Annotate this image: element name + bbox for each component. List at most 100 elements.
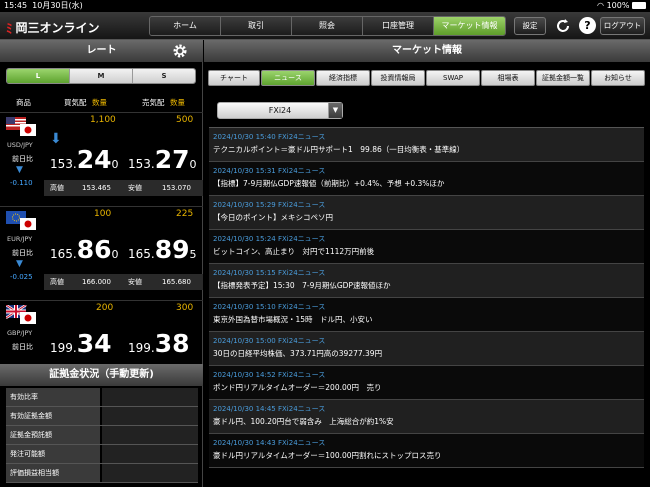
buy-quantity: 100	[94, 209, 112, 219]
subtab-investment-info[interactable]: 投資情報局	[371, 70, 425, 86]
help-icon[interactable]: ?	[579, 17, 596, 34]
sell-price-main: 199.	[128, 341, 155, 355]
sell-price[interactable]: 153. 27 0	[128, 147, 197, 173]
sell-price-fraction: 5	[189, 248, 197, 261]
header-sell: 売気配	[142, 98, 165, 107]
header-product: 商品	[16, 98, 31, 107]
buy-price[interactable]: 153. 24 0	[50, 147, 119, 173]
subtab-notices[interactable]: お知らせ	[591, 70, 645, 86]
news-item[interactable]: 2024/10/30 15:29 FXi24ニュース 【今日のポイント】メキシコ…	[209, 196, 644, 230]
market-info-header: マーケット情報	[204, 40, 650, 62]
margin-value	[102, 407, 198, 425]
settings-button[interactable]: 設定	[514, 17, 546, 35]
news-title: 【指標】7-9月期仏GDP速報値（前期比）+0.4%、予想 +0.3%ほか	[213, 179, 445, 188]
buy-quantity: 200	[96, 303, 114, 313]
header-sell-qty: 数量	[170, 98, 185, 107]
subtab-economic-indicators[interactable]: 経済指標	[316, 70, 370, 86]
display-size-toggle: L M S	[6, 68, 196, 84]
prev-day-label: 前日比	[12, 343, 33, 351]
sell-price-main: 165.	[128, 247, 155, 261]
margin-value	[102, 445, 198, 463]
buy-price-pips: 86	[76, 235, 112, 264]
buy-price[interactable]: 165. 86 0	[50, 237, 119, 263]
gear-icon[interactable]	[172, 43, 188, 59]
subtab-margin-list[interactable]: 証拠金額一覧	[536, 70, 590, 86]
tick-down-arrow-icon: ⬇	[50, 131, 62, 147]
sell-price-fraction: 0	[189, 158, 197, 171]
size-small-button[interactable]: S	[133, 69, 195, 83]
sell-price-pips: 27	[154, 145, 190, 174]
sell-price[interactable]: 199. 38	[128, 331, 190, 357]
app-logo: ﾐ 岡三オンライン	[6, 18, 100, 37]
tab-market-info[interactable]: マーケット情報	[434, 17, 505, 35]
high-low-row-usdjpy: 高値 153.465 安値 153.070	[44, 180, 203, 196]
subtab-swap[interactable]: SWAP	[426, 70, 480, 86]
rate-row-gbpjpy[interactable]: GBP/JPY 前日比 200 300 199. 34 199. 38	[0, 300, 203, 366]
news-meta: 2024/10/30 15:31 FXi24ニュース	[213, 167, 326, 175]
rate-panel-title: レート	[86, 45, 117, 56]
news-item[interactable]: 2024/10/30 15:10 FXi24ニュース 東京外国為替市場概況・15…	[209, 298, 644, 332]
margin-label: 評価損益相当額	[6, 464, 100, 482]
down-arrow-icon: ▼	[16, 259, 23, 269]
prev-day-label: 前日比	[12, 249, 33, 257]
size-large-button[interactable]: L	[7, 69, 70, 83]
margin-row-valuation: 評価損益相当額	[6, 464, 198, 483]
high-low-row-eurjpy: 高値 166.000 安値 165.680	[44, 274, 203, 290]
news-meta: 2024/10/30 14:43 FXi24ニュース	[213, 439, 326, 447]
sell-price-main: 153.	[128, 157, 155, 171]
news-meta: 2024/10/30 14:52 FXi24ニュース	[213, 371, 326, 379]
low-label: 安値	[128, 184, 142, 192]
subtab-rate-table[interactable]: 相場表	[481, 70, 535, 86]
subtab-news[interactable]: ニュース	[261, 70, 315, 86]
pair-name: GBP/JPY	[7, 329, 33, 337]
eur-jpy-flag-icon	[6, 211, 36, 230]
okasan-logo-icon: ﾐ	[6, 22, 13, 37]
buy-price-main: 165.	[50, 247, 77, 261]
app-logo-text: 岡三オンライン	[15, 21, 100, 35]
tab-account[interactable]: 口座管理	[363, 17, 434, 35]
margin-row-effective-margin: 有効証拠金額	[6, 407, 198, 426]
tab-trade[interactable]: 取引	[221, 17, 292, 35]
market-info-panel: マーケット情報 チャート ニュース 経済指標 投資情報局 SWAP 相場表 証拠…	[204, 40, 650, 487]
buy-price-main: 153.	[50, 157, 77, 171]
sell-quantity: 225	[176, 209, 194, 219]
subtab-chart[interactable]: チャート	[208, 70, 260, 86]
buy-price[interactable]: 199. 34	[50, 331, 112, 357]
buy-price-pips: 34	[76, 329, 112, 358]
news-item[interactable]: 2024/10/30 15:00 FXi24ニュース 30日の日経平均株価、37…	[209, 332, 644, 366]
news-item[interactable]: 2024/10/30 15:31 FXi24ニュース 【指標】7-9月期仏GDP…	[209, 162, 644, 196]
news-item[interactable]: 2024/10/30 14:45 FXi24ニュース 豪ドル円、100.20円台…	[209, 400, 644, 434]
margin-status-header[interactable]: 証拠金状況（手動更新)	[0, 364, 203, 386]
sell-quantity: 500	[176, 115, 194, 125]
margin-value	[102, 426, 198, 444]
news-item[interactable]: 2024/10/30 14:43 FXi24ニュース 豪ドル円リアルタイムオーダ…	[209, 434, 644, 468]
prev-day-change: -0.025	[10, 273, 33, 281]
news-title: 豪ドル円、100.20円台で弱含み 上海総合が約1%安	[213, 417, 394, 426]
low-label: 安値	[128, 278, 142, 286]
tab-home[interactable]: ホーム	[150, 17, 221, 35]
news-item[interactable]: 2024/10/30 14:52 FXi24ニュース ポンド円リアルタイムオーダ…	[209, 366, 644, 400]
high-value: 153.465	[82, 184, 111, 192]
status-bar: 15:45 10月30日(水) ◠ 100%	[0, 0, 650, 12]
low-value: 165.680	[162, 278, 191, 286]
news-item[interactable]: 2024/10/30 15:24 FXi24ニュース ビットコイン、高止まり 対…	[209, 230, 644, 264]
news-item[interactable]: 2024/10/30 15:40 FXi24ニュース テクニカルポイント＝豪ドル…	[209, 128, 644, 162]
refresh-icon[interactable]	[554, 17, 572, 35]
chevron-down-icon: ▼	[328, 103, 342, 118]
news-title: 【今日のポイント】メキシコペソ円	[213, 213, 333, 222]
news-meta: 2024/10/30 15:10 FXi24ニュース	[213, 303, 326, 311]
low-value: 153.070	[162, 184, 191, 192]
news-title: 豪ドル円リアルタイムオーダー＝100.00円割れにストップロス売り	[213, 451, 442, 460]
news-source-select[interactable]: FXi24 ▼	[217, 102, 343, 119]
size-medium-button[interactable]: M	[70, 69, 133, 83]
sell-price[interactable]: 165. 89 5	[128, 237, 197, 263]
main-nav-tabs: ホーム 取引 照会 口座管理 マーケット情報	[149, 16, 506, 36]
buy-price-fraction: 0	[111, 158, 119, 171]
tab-inquiry[interactable]: 照会	[292, 17, 363, 35]
high-value: 166.000	[82, 278, 111, 286]
news-list: FXi24 ▼ 2024/10/30 15:40 FXi24ニュース テクニカル…	[209, 92, 644, 487]
margin-status-title: 証拠金状況（手動更新)	[49, 369, 154, 380]
news-item[interactable]: 2024/10/30 15:15 FXi24ニュース 【指標発表予定】15:30…	[209, 264, 644, 298]
logout-button[interactable]: ログアウト	[600, 17, 645, 35]
prev-day-label: 前日比	[12, 155, 33, 163]
